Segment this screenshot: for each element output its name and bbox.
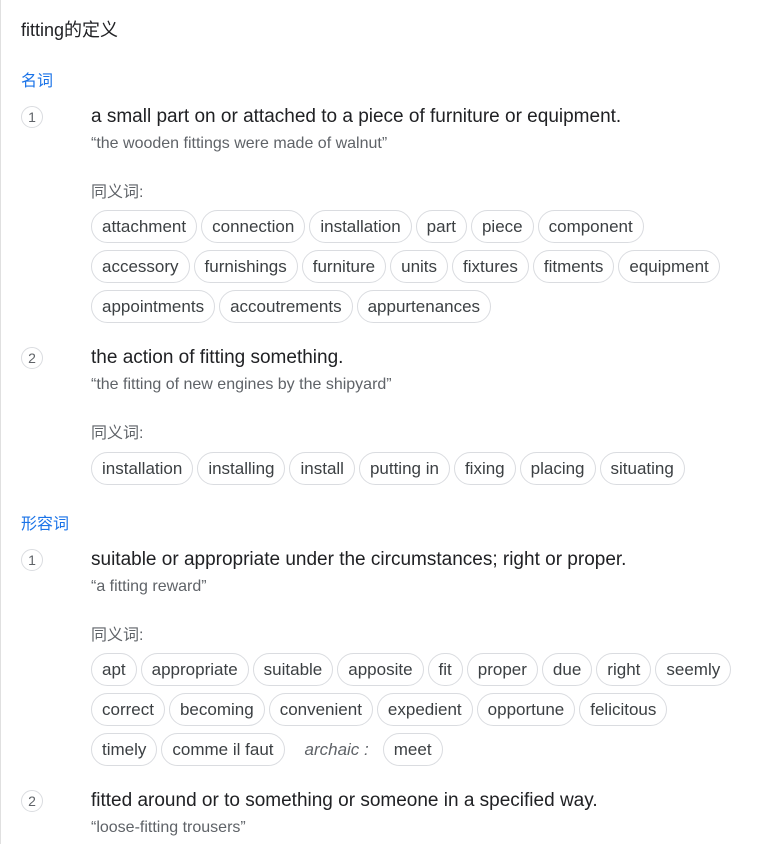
example-text: “loose-fitting trousers”	[91, 819, 246, 836]
synonym-chip[interactable]: due	[541, 653, 593, 686]
synonym-row: accessory furnishings furniture units fi…	[91, 250, 724, 283]
page-title: fitting的定义	[21, 20, 119, 40]
example-text: “the fitting of new engines by the shipy…	[91, 376, 392, 393]
synonym-chip[interactable]: furnishings	[193, 250, 298, 283]
synonym-chip[interactable]: suitable	[252, 653, 334, 686]
definition-text: the action of fitting something.	[91, 347, 344, 368]
example-text: “a fitting reward”	[91, 578, 207, 595]
synonym-chip[interactable]: placing	[519, 452, 596, 485]
synonym-chip[interactable]: timely	[91, 733, 158, 766]
synonym-chip[interactable]: piece	[470, 210, 534, 243]
synonym-row: correct becoming convenient expedient op…	[91, 693, 671, 726]
synonym-chip[interactable]: fixtures	[452, 250, 529, 283]
synonym-chip[interactable]: convenient	[268, 693, 373, 726]
synonym-chip[interactable]: installing	[197, 452, 286, 485]
synonym-chip[interactable]: proper	[466, 653, 538, 686]
synonym-chip[interactable]: attachment	[91, 210, 198, 243]
sense-number: 2	[21, 790, 43, 812]
definition-text: fitted around or to something or someone…	[91, 790, 598, 811]
synonym-chip[interactable]: install	[289, 452, 355, 485]
synonym-chip[interactable]: putting in	[358, 452, 450, 485]
synonym-chip[interactable]: installation	[91, 452, 194, 485]
synonym-chip[interactable]: comme il faut	[161, 733, 285, 766]
synonym-chip[interactable]: furniture	[301, 250, 387, 283]
synonym-chip[interactable]: opportune	[476, 693, 576, 726]
synonym-chip[interactable]: appurtenances	[356, 290, 492, 323]
synonym-chip[interactable]: becoming	[168, 693, 265, 726]
synonym-chip[interactable]: meet	[382, 733, 443, 766]
synonym-chip[interactable]: apt	[91, 653, 137, 686]
synonym-row: appointments accoutrements appurtenances	[91, 290, 495, 323]
synonym-chip[interactable]: fit	[427, 653, 463, 686]
synonym-chip[interactable]: right	[596, 653, 652, 686]
synonym-chip[interactable]: fitments	[532, 250, 615, 283]
synonym-chip[interactable]: accessory	[91, 250, 190, 283]
synonym-chip[interactable]: felicitous	[579, 693, 668, 726]
synonym-row: apt appropriate suitable apposite fit pr…	[91, 653, 735, 686]
synonym-chip[interactable]: accoutrements	[219, 290, 353, 323]
synonym-chip[interactable]: connection	[201, 210, 306, 243]
synonym-chip[interactable]: seemly	[655, 653, 732, 686]
pos-label-adjective: 形容词	[21, 516, 70, 533]
synonym-chip[interactable]: units	[390, 250, 449, 283]
sense-number: 1	[21, 106, 43, 128]
synonym-chip[interactable]: correct	[91, 693, 165, 726]
definition-text: suitable or appropriate under the circum…	[91, 549, 627, 570]
synonym-row: attachment connection installation part …	[91, 210, 648, 243]
synonym-chip[interactable]: equipment	[618, 250, 720, 283]
left-border	[0, 0, 1, 844]
synonyms-label: 同义词:	[91, 627, 144, 644]
synonyms-label: 同义词:	[91, 184, 144, 201]
synonym-chip[interactable]: appropriate	[140, 653, 249, 686]
pos-label-noun: 名词	[21, 73, 54, 90]
sense-number: 1	[21, 549, 43, 571]
synonym-chip[interactable]: component	[537, 210, 644, 243]
synonym-row: timely comme il faut archaic : meet	[91, 733, 447, 766]
sense-number: 2	[21, 347, 43, 369]
synonym-row: installation installing install putting …	[91, 452, 689, 485]
synonym-chip[interactable]: expedient	[376, 693, 473, 726]
archaic-label: archaic :	[304, 739, 369, 759]
synonym-chip[interactable]: situating	[599, 452, 685, 485]
example-text: “the wooden fittings were made of walnut…	[91, 135, 388, 152]
synonym-chip[interactable]: installation	[309, 210, 412, 243]
definition-text: a small part on or attached to a piece o…	[91, 106, 622, 127]
synonym-chip[interactable]: apposite	[337, 653, 424, 686]
synonyms-label: 同义词:	[91, 425, 144, 442]
synonym-chip[interactable]: appointments	[91, 290, 216, 323]
synonym-chip[interactable]: fixing	[453, 452, 516, 485]
synonym-chip[interactable]: part	[415, 210, 467, 243]
